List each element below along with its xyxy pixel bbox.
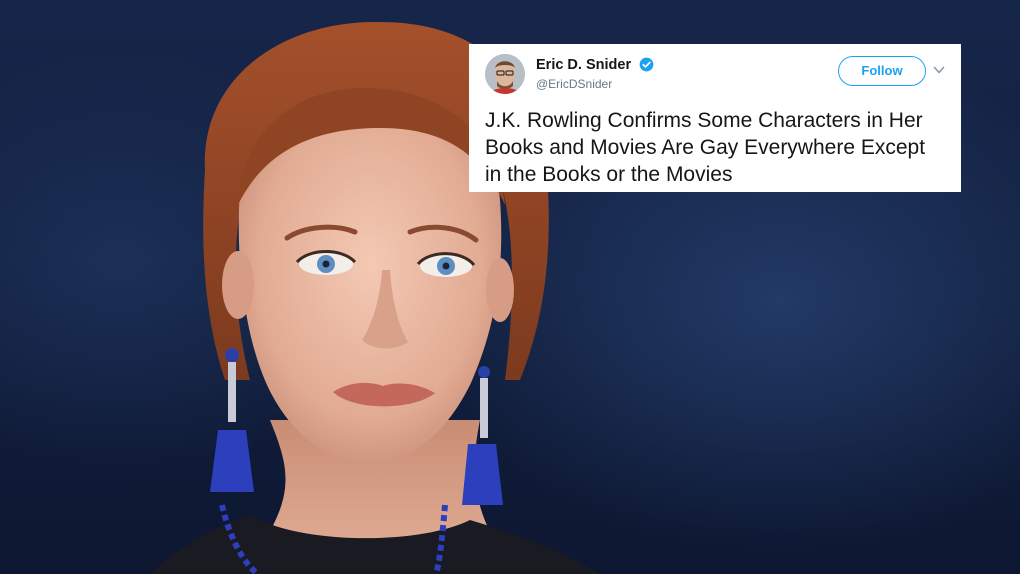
user-handle[interactable]: @EricDSnider xyxy=(536,77,654,91)
display-name[interactable]: Eric D. Snider xyxy=(536,57,631,73)
tweet-header: Eric D. Snider @EricDSnider Follow xyxy=(485,54,945,102)
image-stage: Eric D. Snider @EricDSnider Follow J.K. … xyxy=(0,0,1020,574)
tweet-text: J.K. Rowling Confirms Some Characters in… xyxy=(485,109,926,186)
verified-badge-icon xyxy=(639,57,653,72)
follow-button[interactable]: Follow xyxy=(838,56,926,86)
left-ear-shape xyxy=(222,251,254,319)
right-ear-shape xyxy=(486,258,514,322)
avatar[interactable] xyxy=(485,54,525,94)
user-identity: Eric D. Snider @EricDSnider xyxy=(536,56,654,91)
avatar-image xyxy=(485,54,525,94)
face-shape xyxy=(238,101,502,465)
chevron-down-icon[interactable] xyxy=(933,65,945,75)
tweet-card: Eric D. Snider @EricDSnider Follow J.K. … xyxy=(469,44,961,192)
